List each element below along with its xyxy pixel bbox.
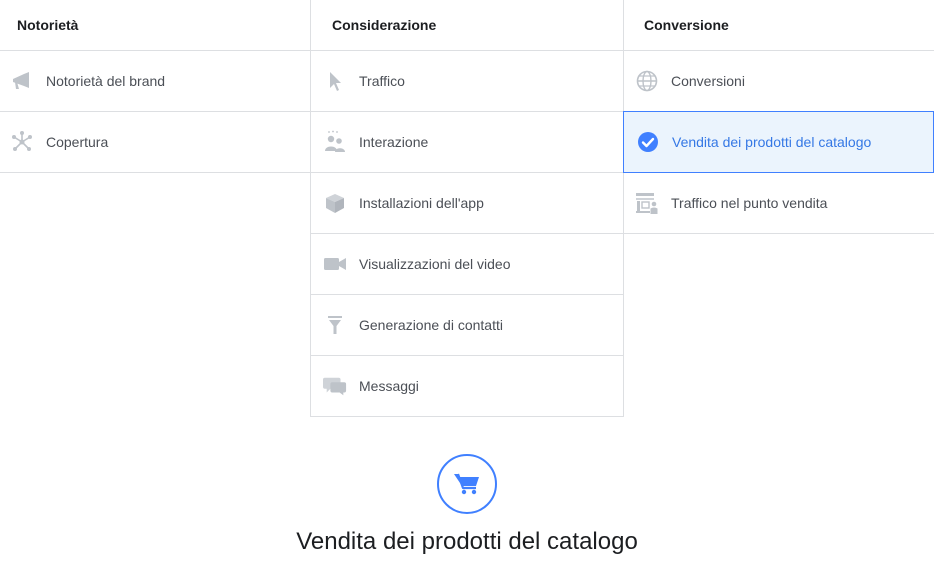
objective-conversions[interactable]: Conversioni	[623, 51, 934, 112]
funnel-icon	[323, 313, 347, 337]
column-conversion: Conversione Conversioni Vendita dei prod…	[623, 0, 934, 234]
objective-brand-awareness[interactable]: Notorietà del brand	[0, 51, 311, 112]
objective-label: Generazione di contatti	[359, 317, 503, 333]
chat-bubbles-icon	[323, 374, 347, 398]
objective-label: Interazione	[359, 134, 429, 150]
objective-catalog-sales[interactable]: Vendita dei prodotti del catalogo	[623, 111, 934, 173]
column-consideration: Considerazione Traffico Interazione Inst…	[310, 0, 624, 417]
column-header-awareness: Notorietà	[0, 0, 311, 51]
objective-grid: Notorietà Notorietà del brand Copertura …	[0, 0, 934, 420]
objective-reach[interactable]: Copertura	[0, 112, 311, 173]
checkmark-circle-icon	[636, 130, 660, 154]
objective-app-installs[interactable]: Installazioni dell'app	[311, 173, 623, 234]
objective-traffic[interactable]: Traffico	[311, 51, 623, 112]
objective-label: Traffico	[359, 73, 405, 89]
globe-icon	[635, 69, 659, 93]
objective-label: Installazioni dell'app	[359, 195, 484, 211]
column-header-conversion: Conversione	[623, 0, 934, 51]
objective-label: Traffico nel punto vendita	[671, 195, 828, 211]
column-awareness: Notorietà Notorietà del brand Copertura	[0, 0, 311, 173]
objective-label: Copertura	[46, 134, 109, 150]
reach-icon	[10, 130, 34, 154]
people-icon	[323, 130, 347, 154]
box-icon	[323, 191, 347, 215]
objective-store-traffic[interactable]: Traffico nel punto vendita	[623, 173, 934, 234]
selected-objective-title: Vendita dei prodotti del catalogo	[296, 528, 638, 555]
video-camera-icon	[323, 252, 347, 276]
objective-label: Conversioni	[671, 73, 745, 89]
objective-engagement[interactable]: Interazione	[311, 112, 623, 173]
cursor-icon	[323, 69, 347, 93]
objective-label: Visualizzazioni del video	[359, 256, 511, 272]
objective-label: Messaggi	[359, 378, 419, 394]
objective-lead-generation[interactable]: Generazione di contatti	[311, 295, 623, 356]
column-header-consideration: Considerazione	[311, 0, 623, 51]
objective-label: Vendita dei prodotti del catalogo	[672, 134, 872, 150]
selected-objective-badge	[437, 454, 497, 514]
store-icon	[635, 191, 659, 215]
objective-messages[interactable]: Messaggi	[311, 356, 623, 417]
objective-label: Notorietà del brand	[46, 73, 166, 89]
objective-video-views[interactable]: Visualizzazioni del video	[311, 234, 623, 295]
megaphone-icon	[10, 69, 34, 93]
shopping-cart-icon	[453, 472, 481, 496]
